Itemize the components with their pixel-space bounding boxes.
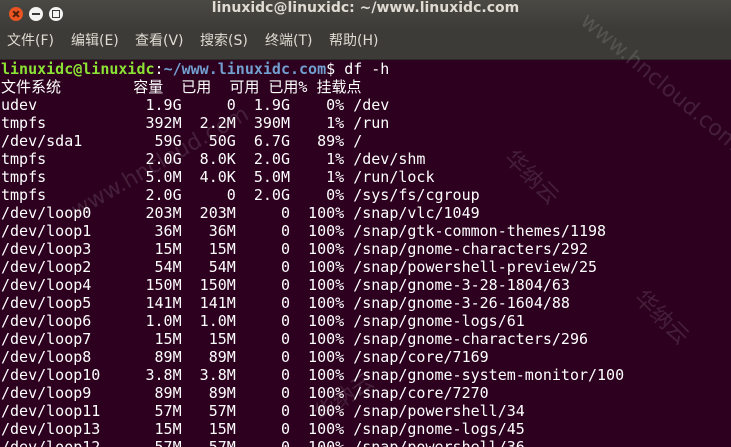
table-row: /dev/loop6 1.0M 1.0M 0 100% /snap/gnome-… [1,312,525,330]
table-row: tmpfs 392M 2.2M 390M 1% /run [1,114,390,132]
table-row: /dev/loop8 89M 89M 0 100% /snap/core/716… [1,348,489,366]
table-row: udev 1.9G 0 1.9G 0% /dev [1,96,390,114]
table-row: /dev/loop4 150M 150M 0 100% /snap/gnome-… [1,276,570,294]
menu-bar: 文件(F) 编辑(E) 查看(V) 搜索(S) 终端(T) 帮助(H) [0,30,731,60]
menu-terminal[interactable]: 终端(T) [265,30,312,59]
menu-search[interactable]: 搜索(S) [200,30,248,59]
menu-help[interactable]: 帮助(H) [329,30,378,59]
table-row: tmpfs 2.0G 0 2.0G 0% /sys/fs/cgroup [1,186,480,204]
table-row: /dev/loop7 15M 15M 0 100% /snap/gnome-ch… [1,330,588,348]
prompt-path: ~/www.linuxidc.com [163,60,327,78]
table-row: /dev/loop1 36M 36M 0 100% /snap/gtk-comm… [1,222,607,240]
table-row: /dev/loop12 57M 57M 0 100% /snap/powersh… [1,438,525,447]
table-row: /dev/loop13 15M 15M 0 100% /snap/gnome-l… [1,420,525,438]
table-row: /dev/loop5 141M 141M 0 100% /snap/gnome-… [1,294,570,312]
title-bar[interactable]: linuxidc@linuxidc: ~/www.linuxidc.com [0,0,731,31]
table-row: /dev/loop9 89M 89M 0 100% /snap/core/727… [1,384,489,402]
menu-file[interactable]: 文件(F) [7,30,54,59]
table-row: /dev/sda1 59G 50G 6.7G 89% / [1,132,363,150]
terminal-window: linuxidc@linuxidc: ~/www.linuxidc.com 文件… [0,0,731,447]
prompt-symbol: $ [326,60,345,78]
table-row: /dev/loop0 203M 203M 0 100% /snap/vlc/10… [1,204,480,222]
table-row: /dev/loop11 57M 57M 0 100% /snap/powersh… [1,402,525,420]
table-row: tmpfs 5.0M 4.0K 5.0M 1% /run/lock [1,168,435,186]
prompt-user: linuxidc@linuxidc [1,60,155,78]
menu-view[interactable]: 查看(V) [135,30,184,59]
prompt-separator: : [154,60,164,78]
menu-edit[interactable]: 编辑(E) [71,30,119,59]
terminal-output[interactable]: linuxidc@linuxidc:~/www.linuxidc.com$ df… [0,60,731,447]
table-row: tmpfs 2.0G 8.0K 2.0G 1% /dev/shm [1,150,426,168]
command-text: df -h [344,60,390,78]
table-row: /dev/loop3 15M 15M 0 100% /snap/gnome-ch… [1,240,588,258]
table-header: 文件系统 容量 已用 可用 已用% 挂载点 [1,78,362,96]
table-row: /dev/loop2 54M 54M 0 100% /snap/powershe… [1,258,598,276]
prompt-line: linuxidc@linuxidc:~/www.linuxidc.com$ df… [1,60,389,78]
table-row: /dev/loop10 3.8M 3.8M 0 100% /snap/gnome… [1,366,625,384]
window-title: linuxidc@linuxidc: ~/www.linuxidc.com [211,0,520,16]
